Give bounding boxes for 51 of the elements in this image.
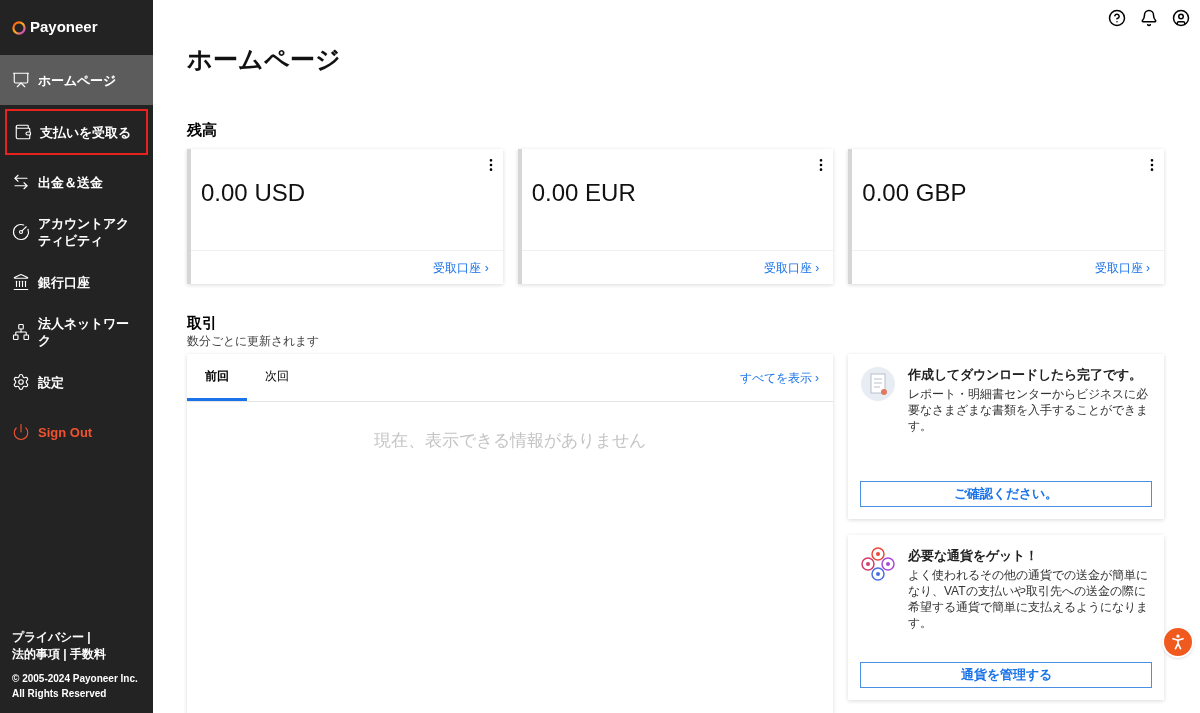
tab[interactable]: 前回 (187, 353, 247, 401)
bank-icon (12, 273, 30, 291)
settings-icon (12, 373, 30, 391)
tab[interactable]: 次回 (247, 353, 307, 401)
balance-amount: 0.00 EUR (531, 178, 636, 208)
network-icon (12, 323, 30, 341)
wallet-icon (14, 123, 32, 141)
document-icon (860, 366, 896, 402)
transfer-arrows-icon (12, 173, 30, 191)
section-subtitle: 数分ごとに更新されます (187, 333, 320, 350)
chart-icon (12, 71, 30, 89)
separator: | (62, 647, 68, 661)
section-heading: 取引 (187, 314, 218, 332)
sidebar-item[interactable]: ホームページ (0, 55, 153, 105)
footer-link[interactable]: プライバシー (12, 630, 84, 644)
page-title: ホームページ (187, 44, 342, 75)
accessibility-button[interactable] (1162, 626, 1194, 658)
sidebar-item[interactable]: アカウントアクティビティ (0, 209, 153, 255)
user-profile-icon[interactable] (1172, 9, 1190, 27)
balance-amount: 0.00 USD (201, 178, 306, 208)
receiving-account-link[interactable]: 受取口座 › (764, 258, 820, 277)
copyright-text: © 2005-2024 Payoneer Inc. (12, 672, 139, 686)
help-icon[interactable] (1108, 9, 1126, 27)
promo-title: 必要な通貨をゲット！ (908, 547, 1039, 565)
logo-text: Payoneer (30, 17, 98, 38)
section-heading: 残高 (187, 119, 218, 140)
power-icon (12, 423, 30, 441)
footer-link[interactable]: 法的事項 (12, 647, 60, 661)
view-all-link[interactable]: すべてを表示 › (739, 368, 819, 387)
sidebar-item[interactable]: 銀行口座 (0, 259, 153, 305)
promo-text: レポート・明細書センターからビジネスに必要なさまざまな書類を入手することができます。 (908, 386, 1149, 434)
promo-text: よく使われるその他の通貨での送金が簡単になり、VATの支払いや取引先への送金の際に希望する通貨で簡単に支払えるようになります。 (908, 567, 1149, 631)
gauge-icon (12, 223, 30, 241)
sidebar-item[interactable]: 法人ネットワーク (0, 309, 153, 355)
promo-button[interactable]: ご確認ください。 (860, 481, 1152, 507)
empty-state-message: 現在、表示できる情報がありません (373, 430, 647, 452)
promo-button[interactable]: 通貨を管理する (860, 662, 1152, 688)
logo-icon (12, 20, 26, 35)
balance-amount: 0.00 GBP (862, 178, 967, 208)
sidebar-item[interactable]: 設定 (0, 359, 153, 405)
copyright-text: All Rights Reserved (12, 687, 108, 701)
promo-title: 作成してダウンロードしたら完了です。 (908, 366, 1143, 384)
receiving-account-link[interactable]: 受取口座 › (433, 258, 489, 277)
separator: | (86, 630, 91, 644)
sidebar-item[interactable]: 出金＆送金 (0, 159, 153, 205)
sidebar-item[interactable]: Sign Out (0, 409, 153, 455)
sidebar-item[interactable]: 支払いを受取る (5, 109, 148, 155)
currency-coins-icon (860, 547, 896, 583)
footer-link[interactable]: 手数料 (70, 647, 107, 661)
receiving-account-link[interactable]: 受取口座 › (1094, 258, 1150, 277)
notification-bell-icon[interactable] (1140, 9, 1158, 27)
